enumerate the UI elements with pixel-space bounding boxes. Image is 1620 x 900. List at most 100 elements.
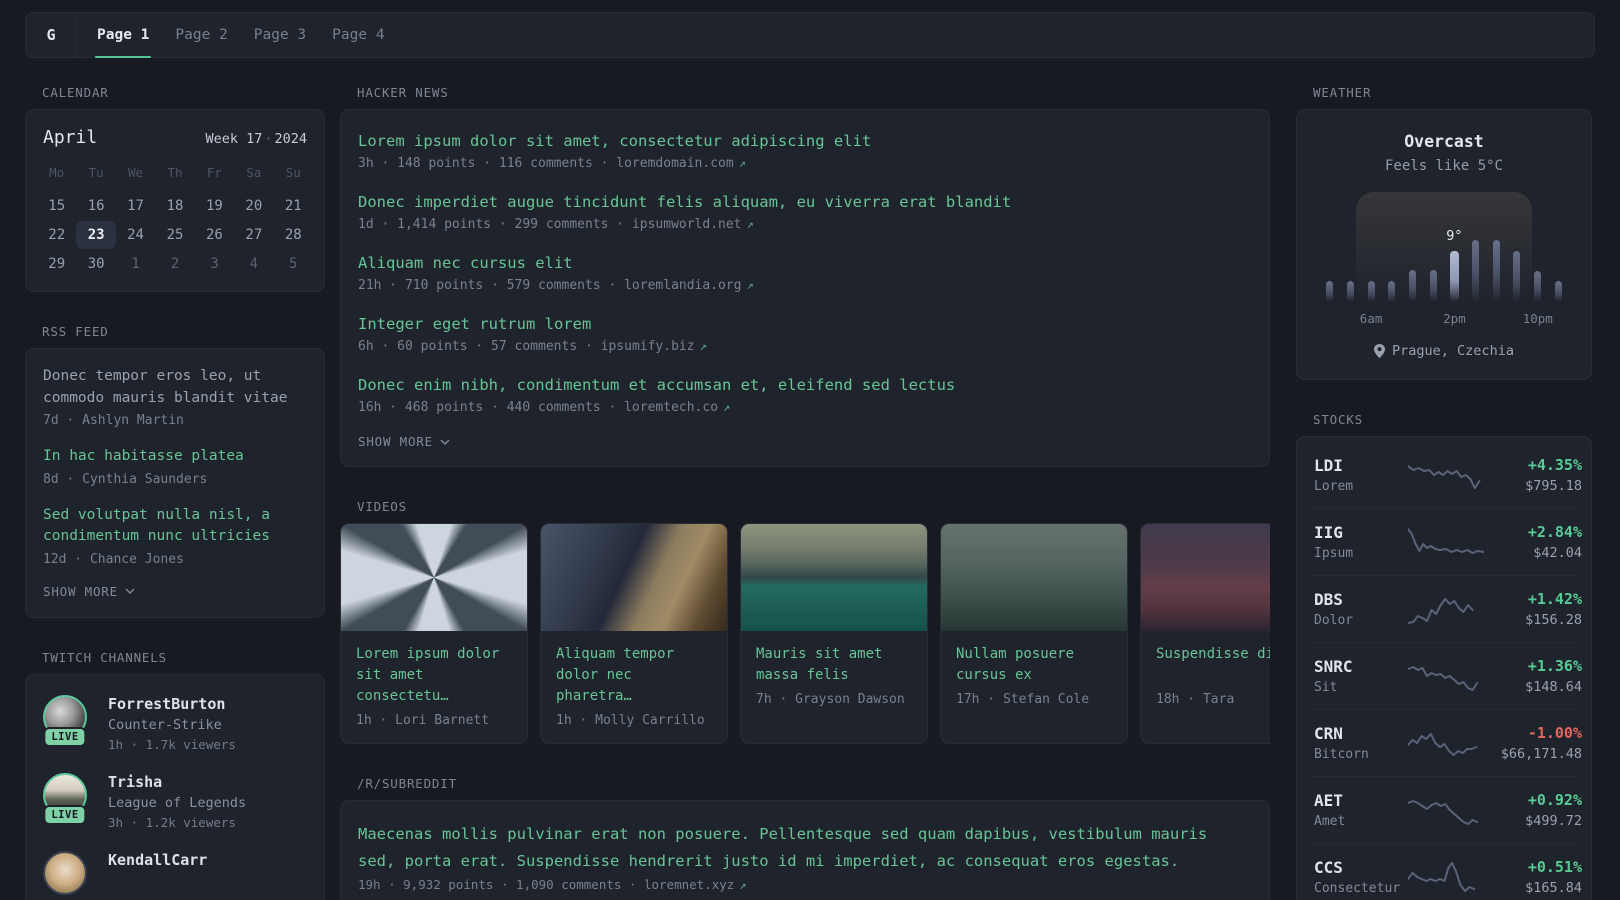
stock-name: Lorem [1314,479,1354,494]
hn-item-title[interactable]: Donec enim nibh, condimentum et accumsan… [358,374,1252,397]
twitch-channel-info: KendallCarr [108,851,207,873]
stock-price: $165.84 [1525,880,1582,896]
twitch-channel-name[interactable]: Trisha [108,773,246,791]
stock-values: +1.36% $148.64 [1484,657,1582,695]
nav-tab-label: Page 4 [332,27,385,43]
stock-sparkline [1408,659,1484,693]
hn-item: Aliquam nec cursus elit 21h · 710 points… [358,252,1252,293]
twitch-channel-meta: 1h · 1.7k viewers [108,736,236,752]
rss-card: Donec tempor eros leo, ut commodo mauris… [25,348,325,618]
subreddit-section: /R/SUBREDDIT Maecenas mollis pulvinar er… [340,776,1270,900]
external-link-icon: ↗ [738,156,746,170]
rss-item: Donec tempor eros leo, ut commodo mauris… [43,366,308,428]
video-thumbnail[interactable] [541,524,727,631]
twitch-channel-name[interactable]: ForrestBurton [108,695,236,713]
hn-item-meta: 6h · 60 points · 57 comments · ipsumify.… [358,339,1252,354]
video-title[interactable]: Suspendisse diam [1156,644,1270,686]
calendar-weekday: Sa [246,165,262,180]
calendar-section: CALENDAR April Week 17 · 2024 Mo Tu We Th Fr Sa… [25,85,325,292]
hn-item: Integer eget rutrum lorem 6h · 60 points… [358,313,1252,354]
nav-tab[interactable]: Page 3 [241,13,319,57]
twitch-channel-row: LIVE ForrestBurton Counter-Strike 1h · 1… [43,694,308,752]
subreddit-post-title[interactable]: Maecenas mollis pulvinar erat non posuer… [358,821,1252,875]
stock-ticker[interactable]: CRN [1314,724,1408,743]
videos-section: VIDEOS Lorem ipsum dolor sit amet consec… [340,499,1270,744]
weather-bar [1471,240,1479,302]
hacker-news-section: HACKER NEWS Lorem ipsum dolor sit amet, … [340,85,1270,467]
hn-item-domain[interactable]: loremdomain.com [616,156,733,171]
video-title[interactable]: Aliquam tempor dolor nec pharetra… [556,644,712,707]
videos-row: Lorem ipsum dolor sit amet consectetu… 1… [340,523,1270,744]
rss-item-title[interactable]: Sed volutpat nulla nisl, a condimentum n… [43,505,308,548]
hn-item-domain[interactable]: ipsumworld.net [632,217,742,232]
stock-ticker[interactable]: DBS [1314,590,1408,609]
stock-sparkline [1408,793,1484,827]
video-thumbnail[interactable] [941,524,1127,631]
hn-item-title[interactable]: Lorem ipsum dolor sit amet, consectetur … [358,130,1252,153]
twitch-avatar[interactable]: LIVE [43,772,91,825]
hn-item-stats: 21h · 710 points · 579 comments · [358,278,625,293]
twitch-channel-name[interactable]: KendallCarr [108,851,207,869]
app-logo[interactable]: G [26,13,76,57]
video-title[interactable]: Lorem ipsum dolor sit amet consectetu… [356,644,512,707]
external-link-icon: ↗ [746,278,754,292]
video-card: Aliquam tempor dolor nec pharetra… 1h · … [540,523,728,744]
hn-item-domain[interactable]: loremtech.co [624,400,718,415]
calendar-day: 23 [76,221,116,249]
calendar-day: 2 [170,256,180,272]
subreddit-post-domain[interactable]: loremnet.xyz [644,877,734,892]
hn-item-title[interactable]: Integer eget rutrum lorem [358,313,1252,336]
calendar-card: April Week 17 · 2024 Mo Tu We Th Fr Sa Su 15 16 17 1… [25,109,325,292]
stock-ticker[interactable]: CCS [1314,858,1408,877]
rss-section: RSS FEED Donec tempor eros leo, ut commo… [25,324,325,618]
calendar-day: 19 [205,198,223,214]
stock-info: IIG Ipsum [1314,523,1408,561]
stock-ticker[interactable]: SNRC [1314,657,1408,676]
stock-sparkline [1408,860,1484,894]
hn-show-more-button[interactable]: SHOW MORE [358,434,450,449]
stock-ticker[interactable]: LDI [1314,456,1408,475]
rss-item-title[interactable]: In hac habitasse platea [43,446,308,468]
main-column: HACKER NEWS Lorem ipsum dolor sit amet, … [340,85,1270,900]
weather-bar-slot [1444,251,1465,302]
stock-change: +0.51% [1527,858,1582,876]
nav-tab[interactable]: Page 4 [319,13,397,57]
videos-section-label: VIDEOS [357,499,407,514]
stock-change: +4.35% [1527,456,1582,474]
stock-change: -1.00% [1527,724,1582,742]
nav-tab[interactable]: Page 2 [162,13,240,57]
stocks-section: STOCKS LDI Lorem +4.35% $795.18 IIG Ipsu… [1296,412,1592,900]
stock-ticker[interactable]: AET [1314,791,1408,810]
weather-bar [1409,270,1417,302]
video-thumbnail[interactable] [341,524,527,631]
calendar-weekday: We [128,165,144,180]
stock-ticker[interactable]: IIG [1314,523,1408,542]
weather-bar [1388,281,1396,302]
hn-item-domain[interactable]: ipsumify.biz [601,339,695,354]
live-badge: LIVE [43,804,87,825]
rss-show-more-button[interactable]: SHOW MORE [43,584,135,599]
rss-item-title[interactable]: Donec tempor eros leo, ut commodo mauris… [43,366,308,409]
hacker-news-list: Lorem ipsum dolor sit amet, consectetur … [358,130,1252,415]
video-title[interactable]: Mauris sit amet massa felis [756,644,912,686]
video-thumbnail[interactable] [1141,524,1270,631]
video-thumbnail[interactable] [741,524,927,631]
video-card: Nullam posuere cursus ex 17h · Stefan Co… [940,523,1128,744]
calendar-header: April Week 17 · 2024 [26,110,324,156]
calendar-month: April [43,127,98,148]
hn-item-domain[interactable]: loremlandia.org [624,278,741,293]
calendar-day: 3 [210,256,219,272]
twitch-avatar[interactable]: LIVE [43,694,91,747]
hn-item-title[interactable]: Aliquam nec cursus elit [358,252,1252,275]
calendar-week-info: Week 17 · 2024 [205,131,307,147]
video-title[interactable]: Nullam posuere cursus ex [956,644,1112,686]
subreddit-card: Maecenas mollis pulvinar erat non posuer… [340,800,1270,900]
chevron-down-icon [440,438,450,445]
twitch-avatar[interactable] [43,850,91,895]
weather-bar [1555,281,1563,302]
hn-item-title[interactable]: Donec imperdiet augue tincidunt felis al… [358,191,1252,214]
hacker-news-section-label: HACKER NEWS [357,85,449,100]
calendar-section-label: CALENDAR [42,85,109,100]
nav-tab[interactable]: Page 1 [84,13,162,58]
subreddit-post: Maecenas mollis pulvinar erat non posuer… [358,821,1252,892]
